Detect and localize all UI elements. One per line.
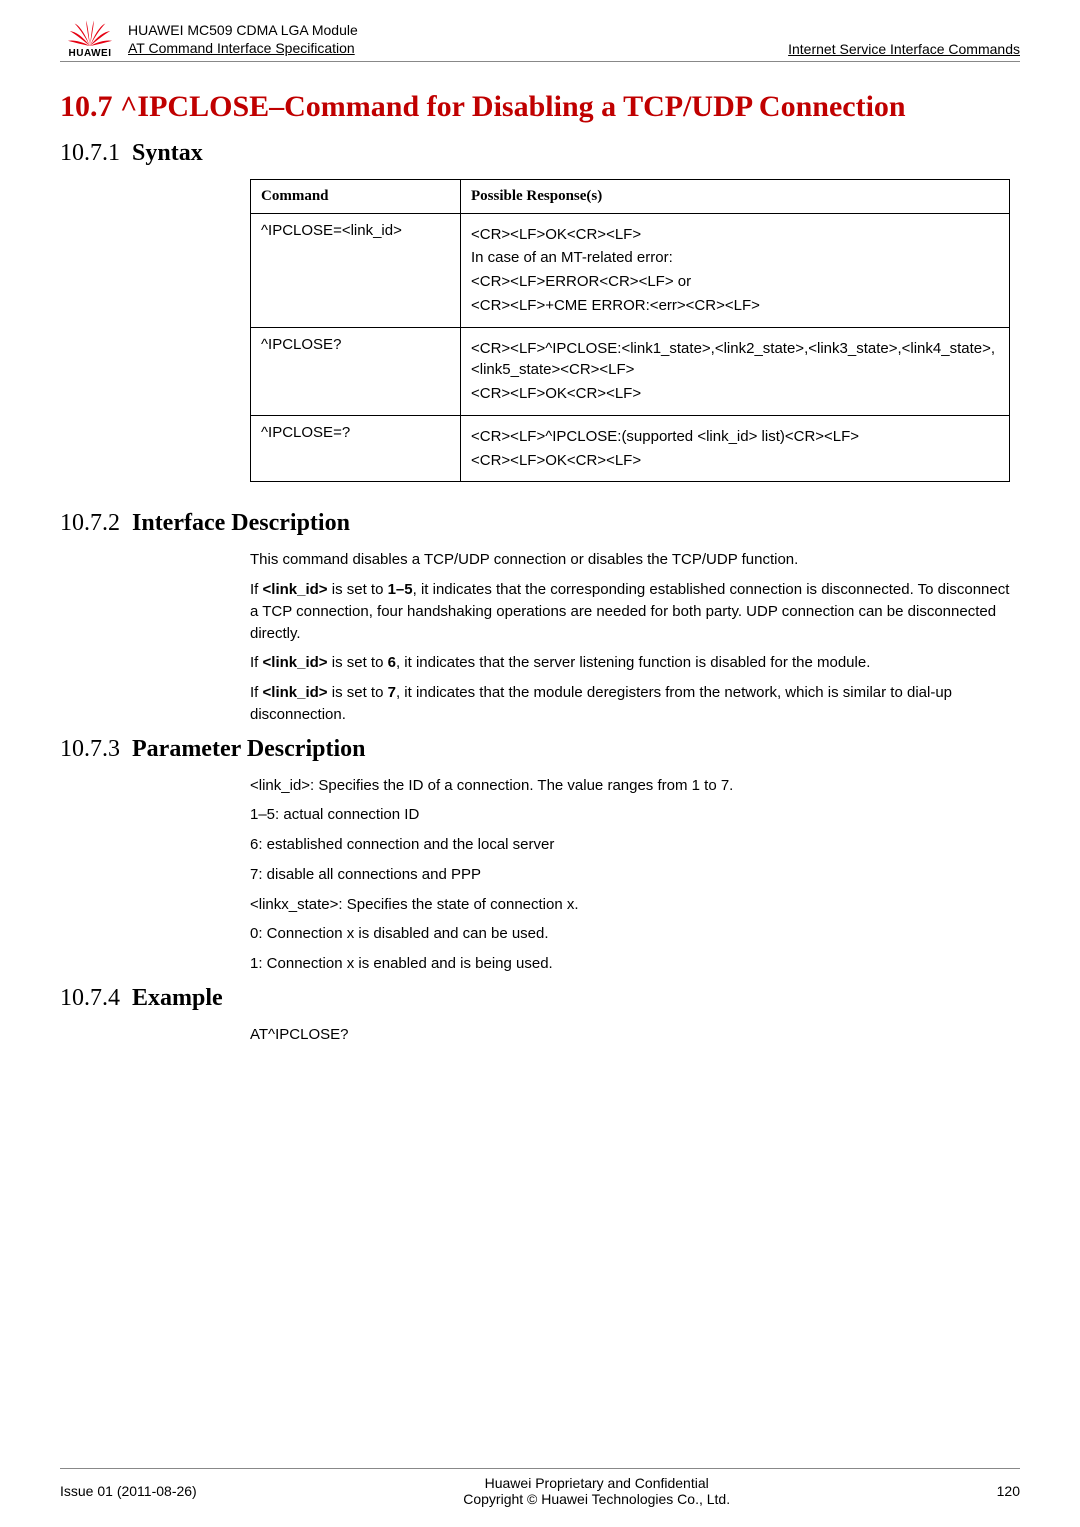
huawei-logo-icon	[66, 18, 114, 50]
syntax-table: Command Possible Response(s) ^IPCLOSE=<l…	[250, 179, 1010, 483]
interface-desc-heading: 10.7.2 Interface Description	[60, 510, 1020, 537]
page-footer: Issue 01 (2011-08-26) Huawei Proprietary…	[60, 1468, 1020, 1507]
logo: HUAWEI	[60, 18, 120, 59]
cell-response: <CR><LF>OK<CR><LF> In case of an MT-rela…	[461, 213, 1010, 327]
param-line: <link_id>: Specifies the ID of a connect…	[250, 775, 1010, 797]
cell-command: ^IPCLOSE?	[251, 327, 461, 415]
interface-desc-p3: If <link_id> is set to 6, it indicates t…	[250, 652, 1010, 674]
table-row: ^IPCLOSE? <CR><LF>^IPCLOSE:<link1_state>…	[251, 327, 1010, 415]
footer-left: Issue 01 (2011-08-26)	[60, 1483, 197, 1499]
interface-desc-p4: If <link_id> is set to 7, it indicates t…	[250, 682, 1010, 726]
section-title: 10.7 ^IPCLOSE–Command for Disabling a TC…	[60, 88, 1020, 126]
header-right: Internet Service Interface Commands	[788, 41, 1020, 59]
header-titles: HUAWEI MC509 CDMA LGA Module AT Command …	[128, 21, 780, 59]
footer-center: Huawei Proprietary and Confidential Copy…	[197, 1475, 997, 1507]
header-title-line2: AT Command Interface Specification	[128, 39, 780, 57]
cell-command: ^IPCLOSE=?	[251, 415, 461, 482]
header-title-line1: HUAWEI MC509 CDMA LGA Module	[128, 21, 780, 39]
param-line: <linkx_state>: Specifies the state of co…	[250, 894, 1010, 916]
interface-desc-p2: If <link_id> is set to 1–5, it indicates…	[250, 579, 1010, 644]
param-line: 1–5: actual connection ID	[250, 804, 1010, 826]
interface-desc-p1: This command disables a TCP/UDP connecti…	[250, 549, 1010, 571]
param-line: 1: Connection x is enabled and is being …	[250, 953, 1010, 975]
logo-text: HUAWEI	[69, 48, 112, 59]
param-desc-heading: 10.7.3 Parameter Description	[60, 736, 1020, 763]
param-line: 0: Connection x is disabled and can be u…	[250, 923, 1010, 945]
th-command: Command	[251, 179, 461, 213]
footer-right: 120	[997, 1483, 1020, 1499]
cell-response: <CR><LF>^IPCLOSE:<link1_state>,<link2_st…	[461, 327, 1010, 415]
param-line: 7: disable all connections and PPP	[250, 864, 1010, 886]
syntax-heading: 10.7.1 Syntax	[60, 140, 1020, 167]
example-line: AT^IPCLOSE?	[250, 1024, 1010, 1046]
page-header: HUAWEI HUAWEI MC509 CDMA LGA Module AT C…	[60, 0, 1020, 62]
param-line: 6: established connection and the local …	[250, 834, 1010, 856]
th-response: Possible Response(s)	[461, 179, 1010, 213]
cell-response: <CR><LF>^IPCLOSE:(supported <link_id> li…	[461, 415, 1010, 482]
example-heading: 10.7.4 Example	[60, 985, 1020, 1012]
table-row: ^IPCLOSE=? <CR><LF>^IPCLOSE:(supported <…	[251, 415, 1010, 482]
table-row: ^IPCLOSE=<link_id> <CR><LF>OK<CR><LF> In…	[251, 213, 1010, 327]
cell-command: ^IPCLOSE=<link_id>	[251, 213, 461, 327]
